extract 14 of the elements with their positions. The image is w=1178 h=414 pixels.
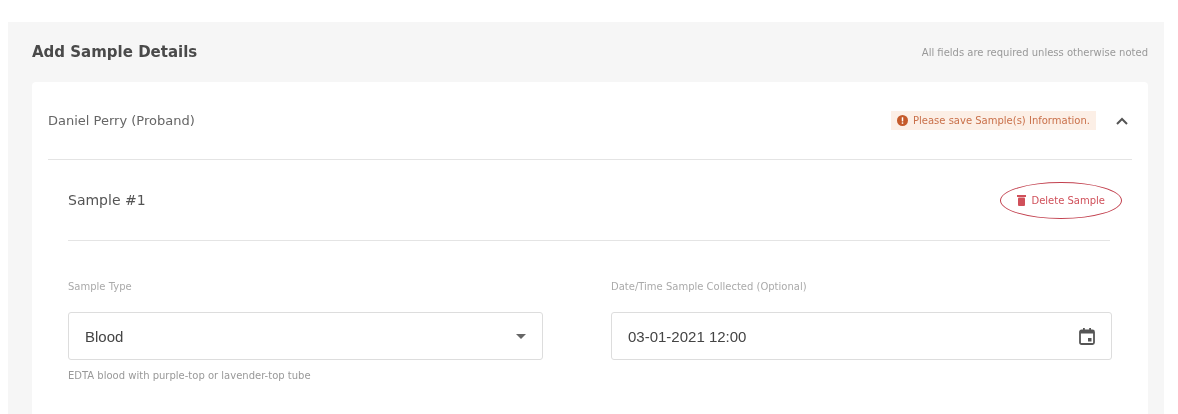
date-field[interactable]: 03-01-2021 12:00: [611, 312, 1112, 360]
field-label: Date/Time Sample Collected (Optional): [611, 281, 808, 292]
warning-message: Please save Sample(s) Information.: [891, 111, 1096, 130]
required-note: All fields are required unless otherwise noted: [921, 46, 1148, 58]
field-label: Sample Type: [68, 281, 133, 292]
patient-name: Daniel Perry (Proband): [48, 113, 195, 128]
select-field[interactable]: Blood: [68, 312, 543, 360]
field-help-text: EDTA blood with purple-top or lavender-top tube: [68, 370, 312, 381]
warning-icon: [897, 115, 909, 126]
section-title: Add Sample Details: [32, 43, 198, 61]
calendar-icon: [1079, 327, 1095, 345]
sample-title: Sample #1: [68, 192, 146, 208]
trash-icon: [1017, 194, 1027, 206]
dropdown-caret-icon: [516, 333, 526, 339]
